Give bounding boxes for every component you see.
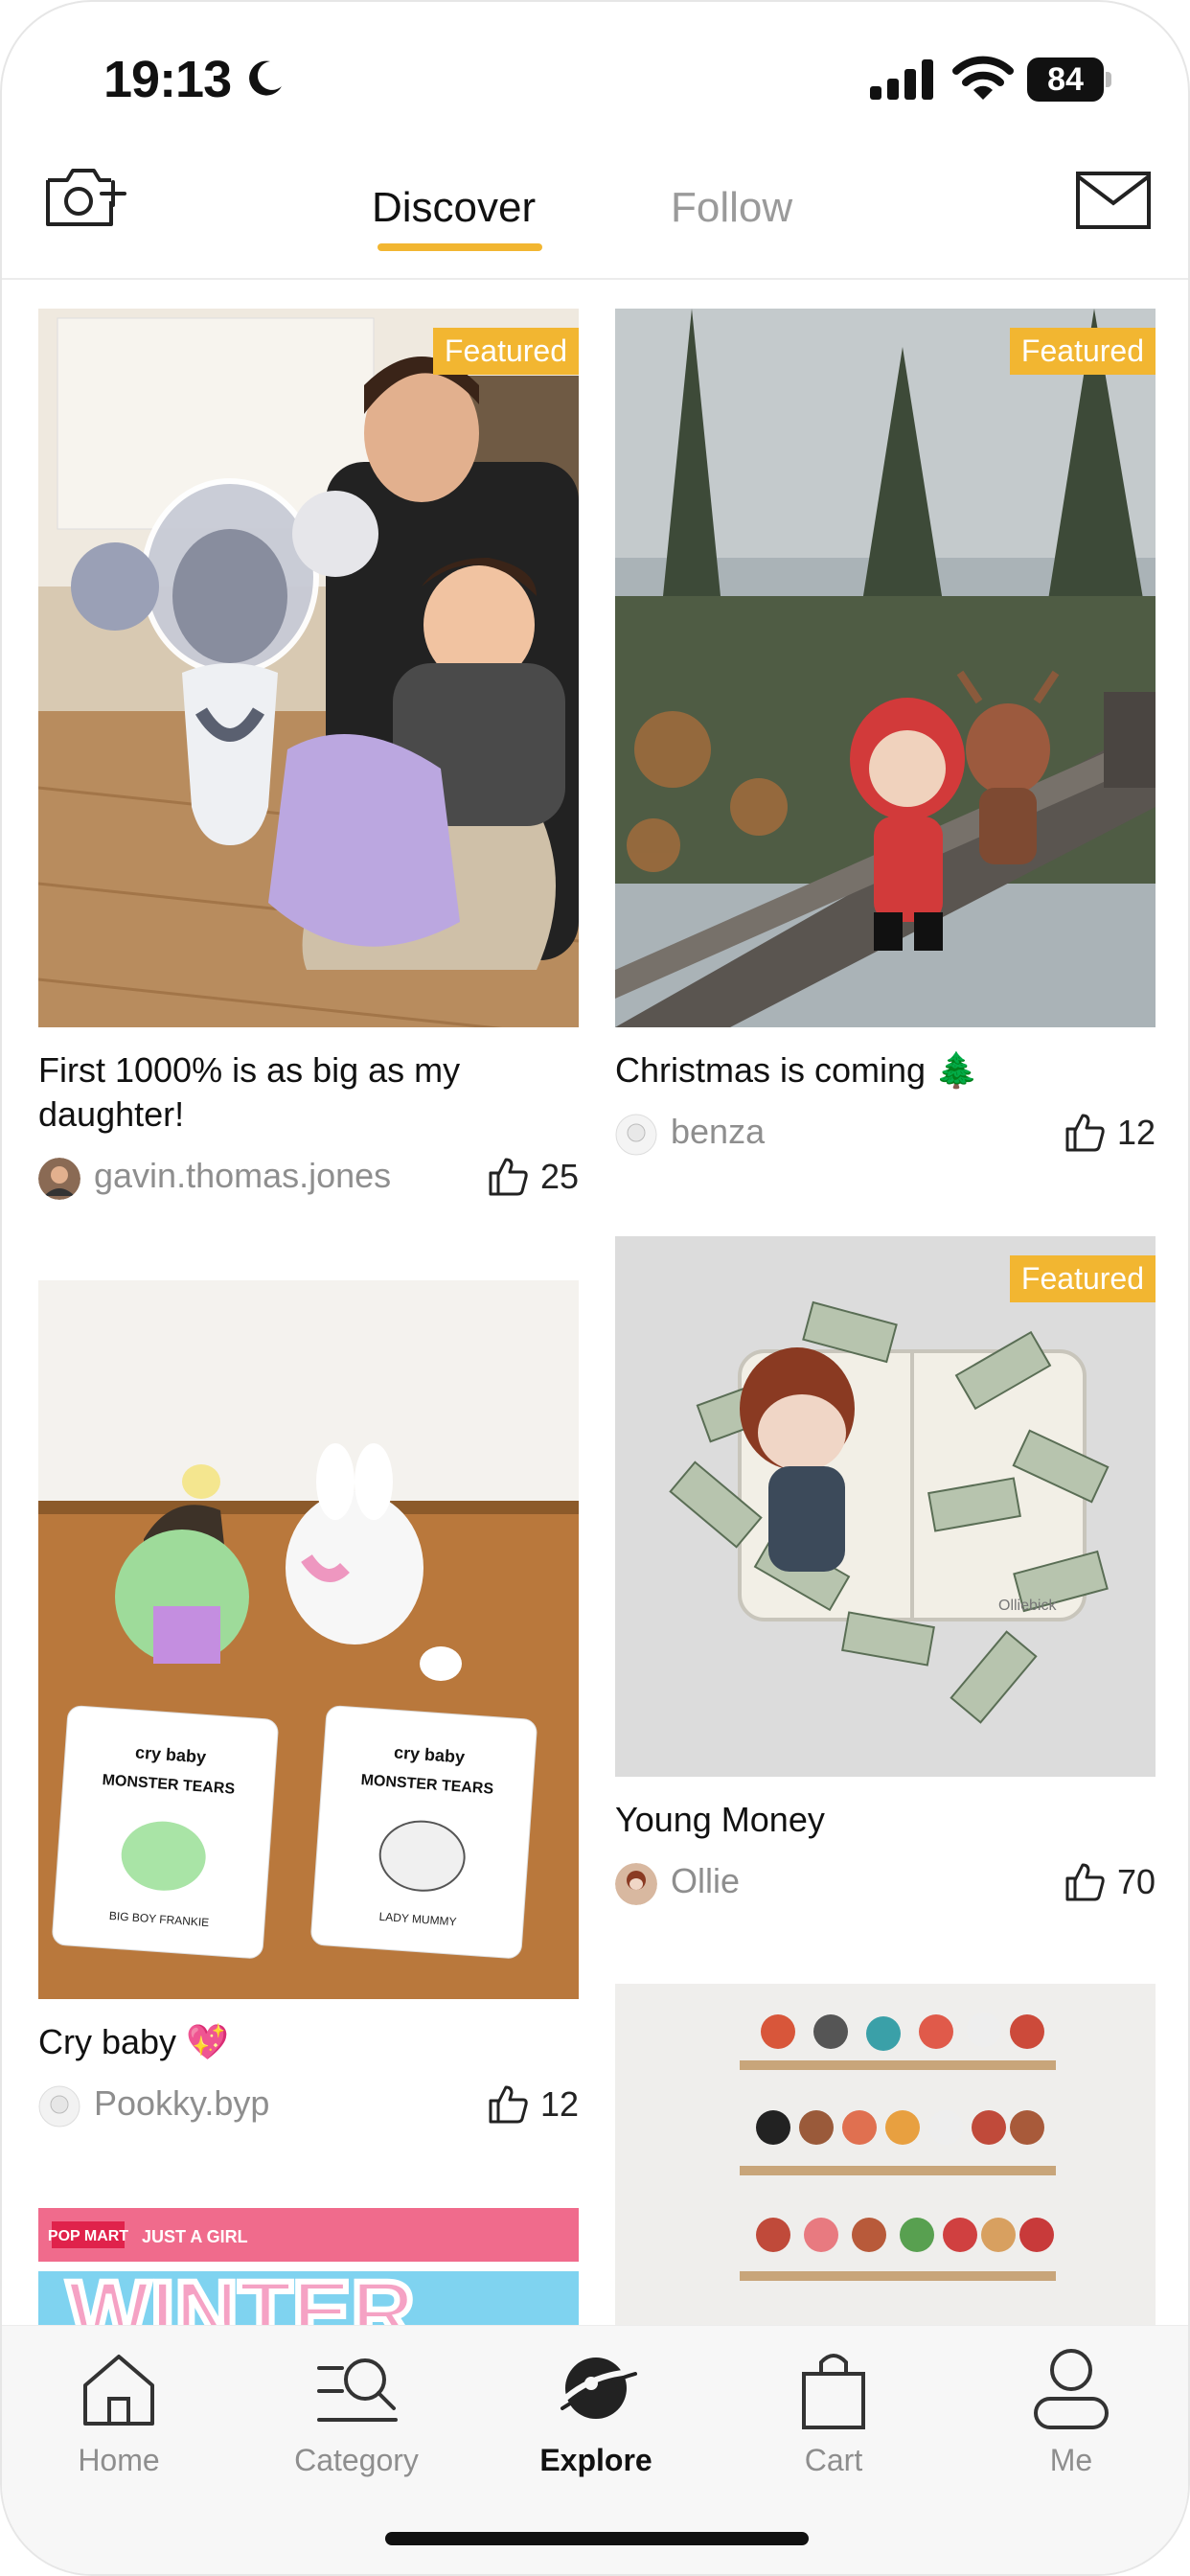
post-card[interactable]: Featured First 1000% is as big as my dau… xyxy=(38,309,579,1204)
post-meta: Ollie 70 xyxy=(615,1852,1156,1909)
discover-feed[interactable]: Featured First 1000% is as big as my dau… xyxy=(2,282,1188,2325)
battery-indicator: 84 xyxy=(1027,58,1111,102)
tab-cart[interactable]: Cart xyxy=(738,2345,929,2478)
thumbs-up-icon xyxy=(489,1158,528,1196)
post-card[interactable] xyxy=(615,1984,1156,2325)
post-title[interactable]: Cry baby 💖 xyxy=(38,2020,489,2064)
post-card[interactable]: Olliebick Featured Young Money Ollie 70 xyxy=(615,1236,1156,1909)
banner-tag: JUST A GIRL xyxy=(142,2227,248,2246)
featured-badge: Featured xyxy=(1009,1255,1156,1302)
post-card[interactable]: Featured Christmas is coming 🌲 benza 12 xyxy=(615,309,1156,1160)
phone-screen: 19:13 84 Discover Follow Featured First … xyxy=(0,0,1190,2576)
author-name[interactable]: gavin.thomas.jones xyxy=(94,1156,391,1196)
post-card[interactable]: cry baby MONSTER TEARS BIG BOY FRANKIE c… xyxy=(38,1280,579,2131)
like-button[interactable]: 70 xyxy=(1064,1859,1156,1905)
post-image[interactable]: Featured xyxy=(615,309,1156,1027)
thumbs-up-icon xyxy=(1065,1863,1105,1901)
home-icon xyxy=(83,2355,154,2426)
photo-man-daughter-figure xyxy=(38,309,579,1027)
photo-money-figure: Olliebick xyxy=(615,1236,1156,1777)
like-count: 70 xyxy=(1116,1862,1156,1901)
post-image[interactable]: cry baby MONSTER TEARS BIG BOY FRANKIE c… xyxy=(38,1280,579,1999)
person-icon xyxy=(1034,2349,1109,2429)
thumbs-up-icon xyxy=(489,2085,528,2124)
featured-badge: Featured xyxy=(432,328,579,375)
like-button[interactable]: 25 xyxy=(487,1154,579,1200)
mail-icon[interactable] xyxy=(1075,171,1152,230)
photo-christmas-figures xyxy=(615,309,1156,1027)
like-count: 25 xyxy=(539,1157,579,1196)
top-header: Discover Follow xyxy=(2,146,1188,280)
post-title[interactable]: Young Money xyxy=(615,1798,1065,1842)
photo-watermark: Olliebick xyxy=(998,1598,1057,1614)
tab-follow[interactable]: Follow xyxy=(671,184,792,232)
tab-explore[interactable]: Explore xyxy=(500,2345,692,2478)
planet-icon xyxy=(558,2358,637,2419)
status-time: 19:13 xyxy=(103,51,232,108)
photo-figure-shelf xyxy=(615,1984,1156,2325)
tab-category[interactable]: Category xyxy=(261,2345,452,2478)
avatar[interactable] xyxy=(38,2085,80,2128)
post-meta: benza 12 xyxy=(615,1102,1156,1160)
category-search-icon xyxy=(317,2358,398,2422)
like-button[interactable]: 12 xyxy=(1064,1110,1156,1156)
author-name[interactable]: Ollie xyxy=(671,1861,740,1901)
tab-me-label: Me xyxy=(1049,2443,1093,2477)
banner-word: WINTER xyxy=(67,2264,415,2325)
winter-banner-image: POP MART JUST A GIRL WINTER xyxy=(38,2208,579,2325)
post-image[interactable]: POP MART JUST A GIRL WINTER xyxy=(38,2208,579,2325)
post-image[interactable]: Olliebick Featured xyxy=(615,1236,1156,1777)
author-name[interactable]: Pookky.byp xyxy=(94,2083,269,2124)
battery-nub xyxy=(1106,72,1111,87)
active-tab-indicator xyxy=(378,243,542,251)
post-title[interactable]: Christmas is coming 🌲 xyxy=(615,1048,1065,1092)
like-button[interactable]: 12 xyxy=(487,2082,579,2128)
signal-icon xyxy=(870,59,933,100)
avatar[interactable] xyxy=(38,1158,80,1200)
tab-explore-label: Explore xyxy=(539,2443,652,2477)
author-name[interactable]: benza xyxy=(671,1112,765,1152)
home-indicator[interactable] xyxy=(385,2532,809,2545)
tab-home[interactable]: Home xyxy=(23,2345,215,2478)
photo-cry-baby-figures: cry baby MONSTER TEARS BIG BOY FRANKIE c… xyxy=(38,1280,579,1999)
tab-category-label: Category xyxy=(294,2443,419,2477)
post-card[interactable]: POP MART JUST A GIRL WINTER xyxy=(38,2208,579,2325)
moon-icon xyxy=(249,60,282,96)
avatar[interactable] xyxy=(615,1114,657,1156)
wifi-icon xyxy=(952,56,1014,100)
post-meta: gavin.thomas.jones 25 xyxy=(38,1146,579,1204)
battery-level: 84 xyxy=(1027,58,1104,102)
post-image[interactable] xyxy=(615,1984,1156,2325)
banner-brand: POP MART xyxy=(48,2228,128,2244)
tab-discover[interactable]: Discover xyxy=(372,184,536,232)
status-bar: 19:13 84 xyxy=(2,2,1188,146)
post-meta: Pookky.byp 12 xyxy=(38,2074,579,2131)
tab-me[interactable]: Me xyxy=(975,2345,1167,2478)
thumbs-up-icon xyxy=(1065,1114,1105,1152)
shopping-bag-icon xyxy=(802,2354,865,2429)
avatar[interactable] xyxy=(615,1863,657,1905)
camera-add-icon[interactable] xyxy=(44,163,126,232)
like-count: 12 xyxy=(1116,1113,1156,1152)
featured-badge: Featured xyxy=(1009,328,1156,375)
tab-home-label: Home xyxy=(78,2443,160,2477)
post-title[interactable]: First 1000% is as big as my daughter! xyxy=(38,1048,489,1137)
tab-cart-label: Cart xyxy=(804,2443,863,2477)
like-count: 12 xyxy=(539,2084,579,2124)
post-image[interactable]: Featured xyxy=(38,309,579,1027)
